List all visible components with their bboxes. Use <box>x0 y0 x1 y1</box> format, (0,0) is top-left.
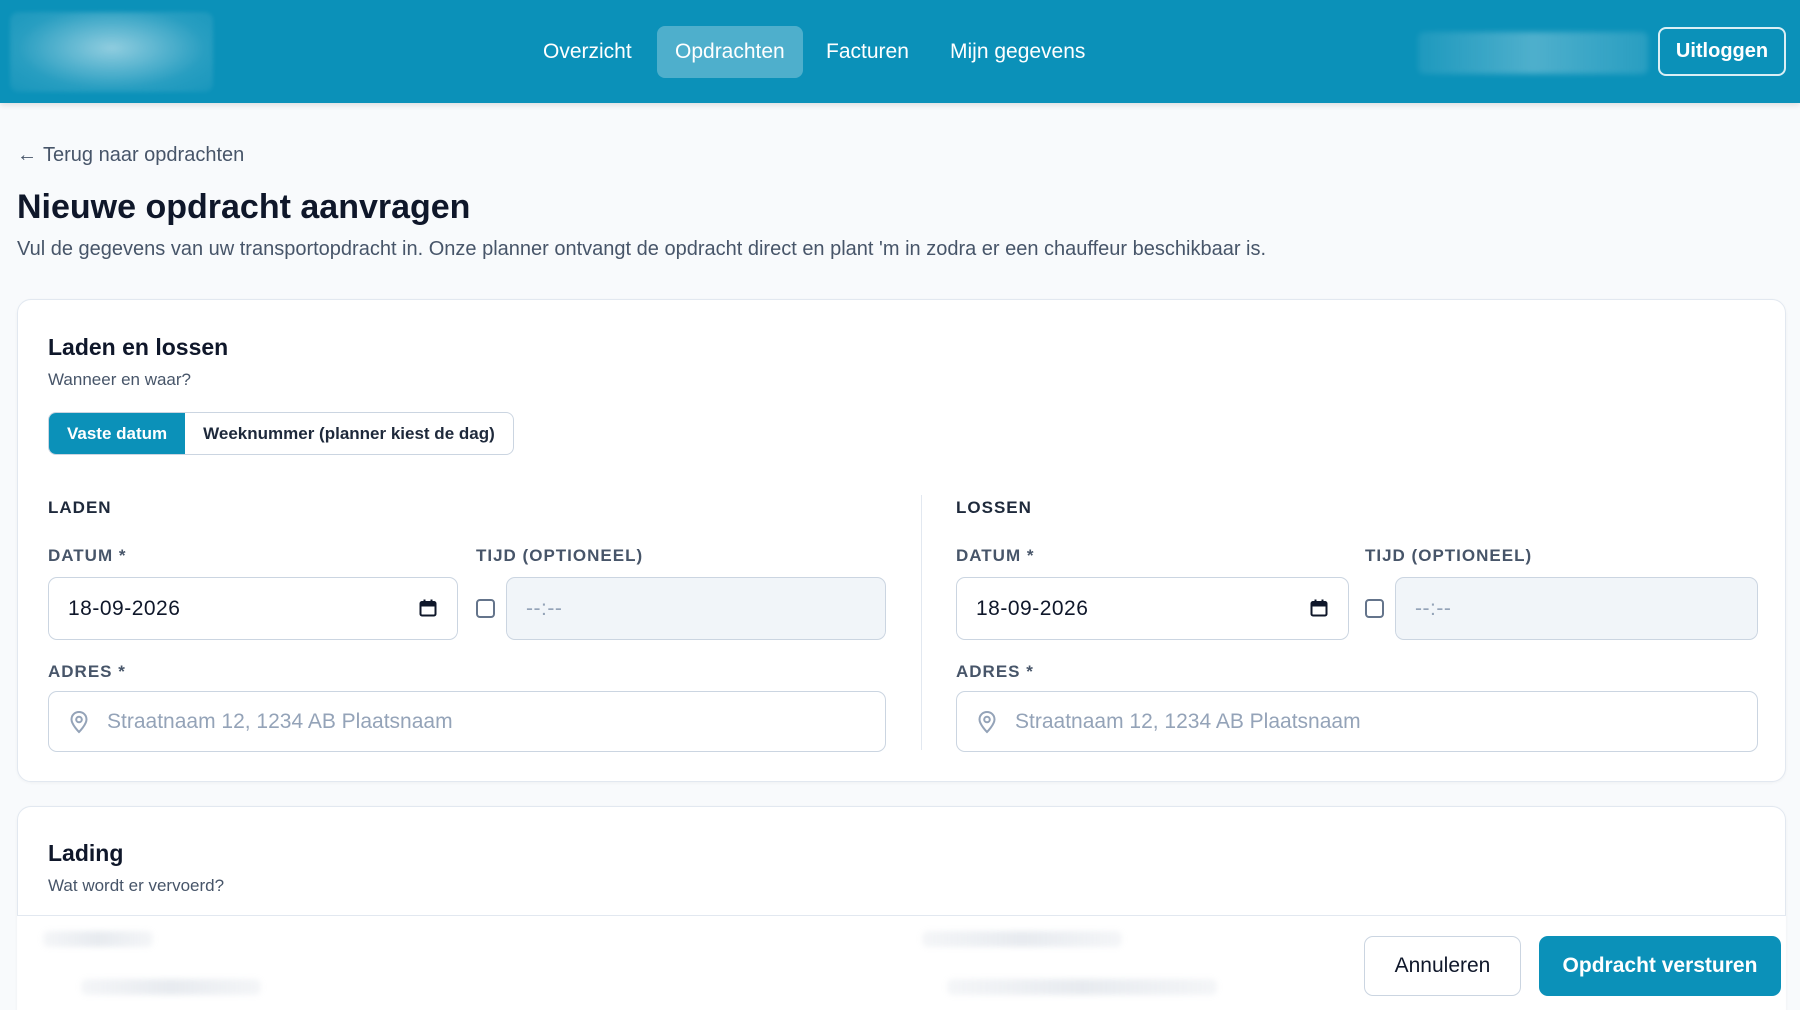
toggle-fixed-date[interactable]: Vaste datum <box>49 413 186 454</box>
location-pin-icon <box>70 710 88 734</box>
lossen-time-input[interactable]: --:-- <box>1395 577 1758 640</box>
obscured-field-value <box>81 979 261 995</box>
logout-button[interactable]: Uitloggen <box>1658 27 1786 76</box>
obscured-field-label <box>43 931 153 947</box>
arrow-left-icon: ← <box>17 144 37 166</box>
laden-time-label: TIJD (OPTIONEEL) <box>476 546 644 565</box>
date-mode-toggle: Vaste datum Weeknummer (planner kiest de… <box>48 412 514 455</box>
laden-date-value: 18-09-2026 <box>68 597 181 620</box>
nav-item-overzicht[interactable]: Overzicht <box>525 26 650 78</box>
laden-date-input[interactable]: 18-09-2026 <box>48 577 458 640</box>
lossen-address-input[interactable]: Straatnaam 12, 1234 AB Plaatsnaam <box>956 691 1758 752</box>
laden-heading: LADEN <box>48 498 112 517</box>
lossen-date-input[interactable]: 18-09-2026 <box>956 577 1349 640</box>
laden-date-label: DATUM * <box>48 546 127 565</box>
lossen-time-placeholder: --:-- <box>1415 597 1452 620</box>
nav-item-mijn-gegevens[interactable]: Mijn gegevens <box>932 26 1103 78</box>
laden-address-placeholder: Straatnaam 12, 1234 AB Plaatsnaam <box>107 710 453 733</box>
laden-time-checkbox[interactable] <box>476 599 495 618</box>
lossen-date-value: 18-09-2026 <box>976 597 1089 620</box>
toggle-week-number[interactable]: Weeknummer (planner kiest de dag) <box>185 413 513 454</box>
back-link[interactable]: ← Terug naar opdrachten <box>17 144 244 167</box>
company-logo[interactable] <box>10 12 213 92</box>
nav-item-facturen[interactable]: Facturen <box>808 26 927 78</box>
top-navigation-bar: Overzicht Opdrachten Facturen Mijn gegev… <box>0 0 1800 103</box>
back-link-label: Terug naar opdrachten <box>43 144 245 166</box>
cargo-card-subtitle: Wat wordt er vervoerd? <box>48 876 225 895</box>
laden-address-label: ADRES * <box>48 662 126 681</box>
page-subtitle: Vul de gegevens van uw transportopdracht… <box>17 238 1267 260</box>
lossen-time-label: TIJD (OPTIONEEL) <box>1365 546 1533 565</box>
laden-time-placeholder: --:-- <box>526 597 563 620</box>
user-name-redacted <box>1418 32 1648 74</box>
lossen-address-label: ADRES * <box>956 662 1034 681</box>
submit-order-button[interactable]: Opdracht versturen <box>1539 936 1781 996</box>
obscured-field-value <box>947 979 1217 995</box>
cargo-card-title: Lading <box>48 840 124 866</box>
laden-address-input[interactable]: Straatnaam 12, 1234 AB Plaatsnaam <box>48 691 886 752</box>
location-pin-icon <box>978 710 996 734</box>
lossen-heading: LOSSEN <box>956 498 1032 517</box>
lossen-time-checkbox[interactable] <box>1365 599 1384 618</box>
form-action-bar: Annuleren Opdracht versturen <box>17 915 1786 1010</box>
loading-card-title: Laden en lossen <box>48 334 229 360</box>
obscured-field-label <box>922 931 1122 947</box>
calendar-icon[interactable] <box>419 599 437 617</box>
loading-card-subtitle: Wanneer en waar? <box>48 370 192 389</box>
column-divider <box>921 495 922 750</box>
calendar-icon[interactable] <box>1310 599 1328 617</box>
nav-item-opdrachten[interactable]: Opdrachten <box>657 26 803 78</box>
loading-unloading-card: Laden en lossen Wanneer en waar? Vaste d… <box>17 299 1786 782</box>
laden-time-input[interactable]: --:-- <box>506 577 886 640</box>
lossen-date-label: DATUM * <box>956 546 1035 565</box>
page-title: Nieuwe opdracht aanvragen <box>17 188 471 226</box>
cancel-button[interactable]: Annuleren <box>1364 936 1521 996</box>
lossen-address-placeholder: Straatnaam 12, 1234 AB Plaatsnaam <box>1015 710 1361 733</box>
